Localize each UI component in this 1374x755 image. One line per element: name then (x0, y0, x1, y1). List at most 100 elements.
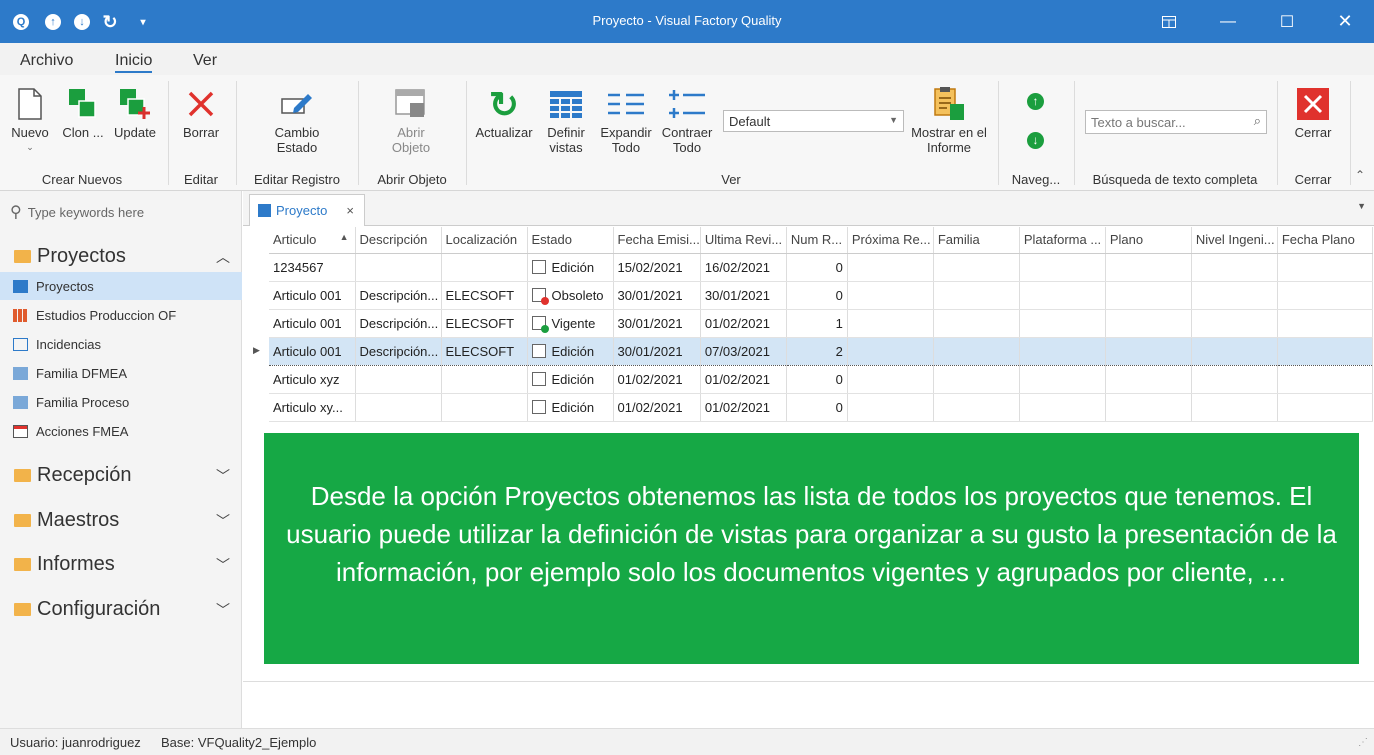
cambio-estado-button[interactable]: Cambio Estado (262, 83, 332, 155)
cell-empty[interactable] (1191, 281, 1278, 310)
sidebar-item-estudios[interactable]: Estudios Produccion OF (0, 301, 242, 329)
cell-descripcion[interactable] (355, 393, 442, 422)
cell-fecha-emision[interactable]: 15/02/2021 (613, 253, 701, 282)
column-header-estado[interactable]: Estado (527, 227, 614, 254)
actualizar-button[interactable]: ↻ Actualizar (474, 83, 534, 140)
cell-fecha-emision[interactable]: 30/01/2021 (613, 309, 701, 338)
cell-empty[interactable] (847, 253, 934, 282)
table-row[interactable]: Articulo 001 Descripción... ELECSOFT Obs… (269, 281, 1373, 310)
cerrar-button[interactable]: Cerrar (1288, 83, 1338, 140)
cell-articulo[interactable]: Articulo 001 (269, 336, 356, 366)
cell-empty[interactable] (1277, 281, 1373, 310)
cell-ultima-revision[interactable]: 30/01/2021 (700, 281, 787, 310)
cell-empty[interactable] (1277, 253, 1373, 282)
sidebar-item-proyectos[interactable]: Proyectos (0, 272, 242, 300)
cell-fecha-emision[interactable]: 01/02/2021 (613, 393, 701, 422)
cell-empty[interactable] (1019, 365, 1106, 394)
column-header-localizacion[interactable]: Localización (441, 227, 528, 254)
cell-localizacion[interactable] (441, 393, 528, 422)
column-header-articulo[interactable]: Articulo ▲ (269, 227, 356, 254)
column-header-fecha-plano[interactable]: Fecha Plano (1277, 227, 1373, 254)
group-informes[interactable]: Informes ﹀ (14, 553, 230, 576)
cell-empty[interactable] (1191, 309, 1278, 338)
cell-empty[interactable] (1191, 253, 1278, 282)
column-header-familia[interactable]: Familia (933, 227, 1020, 254)
group-maestros[interactable]: Maestros ﹀ (14, 509, 230, 532)
cell-empty[interactable] (933, 336, 1020, 366)
cell-empty[interactable] (1277, 393, 1373, 422)
cell-articulo[interactable]: Articulo 001 (269, 309, 356, 338)
cell-localizacion[interactable]: ELECSOFT (441, 309, 528, 338)
view-select[interactable]: Default ▼ (723, 110, 904, 132)
table-row[interactable]: Articulo xyz Edición 01/02/2021 01/02/20… (269, 365, 1373, 394)
nuevo-button[interactable]: Nuevo ⌄ (8, 83, 52, 155)
cell-empty[interactable] (1019, 281, 1106, 310)
cell-num-revision[interactable]: 0 (786, 365, 848, 394)
menu-archivo[interactable]: Archivo (20, 52, 73, 70)
cell-empty[interactable] (847, 281, 934, 310)
cell-descripcion[interactable]: Descripción... (355, 336, 442, 366)
column-header-fecha-emision[interactable]: Fecha Emisi... (613, 227, 701, 254)
column-header-nivel-ingenieria[interactable]: Nivel Ingeni... (1191, 227, 1278, 254)
tab-proyecto[interactable]: Proyecto × (249, 194, 365, 226)
cell-num-revision[interactable]: 1 (786, 309, 848, 338)
cell-localizacion[interactable] (441, 253, 528, 282)
cell-estado[interactable]: Edición (527, 253, 614, 282)
cell-num-revision[interactable]: 2 (786, 336, 848, 366)
column-header-ultima-revision[interactable]: Ultima Revi... (700, 227, 787, 254)
cell-empty[interactable] (1277, 336, 1373, 366)
cell-estado[interactable]: Edición (527, 365, 614, 394)
cell-empty[interactable] (1019, 393, 1106, 422)
cell-empty[interactable] (1105, 365, 1192, 394)
cell-fecha-emision[interactable]: 01/02/2021 (613, 365, 701, 394)
cell-empty[interactable] (1105, 309, 1192, 338)
cell-articulo[interactable]: Articulo xyz (269, 365, 356, 394)
cell-empty[interactable] (933, 309, 1020, 338)
nav-up-icon[interactable]: ↑ (1027, 93, 1044, 110)
sidebar-item-acciones-fmea[interactable]: Acciones FMEA (0, 417, 242, 445)
table-row-selected[interactable]: Articulo 001 Descripción... ELECSOFT Edi… (269, 336, 1373, 366)
cell-num-revision[interactable]: 0 (786, 393, 848, 422)
column-header-num-revision[interactable]: Num R... (786, 227, 848, 254)
menu-ver[interactable]: Ver (193, 52, 217, 70)
clon-button[interactable]: Clon ... (58, 83, 108, 140)
group-proyectos[interactable]: Proyectos ︿ (14, 245, 230, 268)
cell-empty[interactable] (1277, 309, 1373, 338)
table-row[interactable]: Articulo 001 Descripción... ELECSOFT Vig… (269, 309, 1373, 338)
cell-descripcion[interactable] (355, 253, 442, 282)
group-recepcion[interactable]: Recepción ﹀ (14, 464, 230, 487)
mostrar-informe-button[interactable]: Mostrar en el Informe (908, 83, 990, 155)
sidebar-item-familia-dfmea[interactable]: Familia DFMEA (0, 359, 242, 387)
cell-localizacion[interactable] (441, 365, 528, 394)
cell-empty[interactable] (1019, 336, 1106, 366)
maximize-button[interactable]: ☐ (1258, 0, 1316, 43)
definir-vistas-button[interactable]: Definir vistas (540, 83, 592, 155)
cell-articulo[interactable]: 1234567 (269, 253, 356, 282)
sidebar-search[interactable]: ⚲ Type keywords here (10, 202, 144, 222)
cell-empty[interactable] (1019, 253, 1106, 282)
cell-descripcion[interactable]: Descripción... (355, 281, 442, 310)
cell-empty[interactable] (847, 365, 934, 394)
cell-num-revision[interactable]: 0 (786, 253, 848, 282)
collapse-ribbon-icon[interactable]: ⌃ (1355, 168, 1365, 182)
group-configuracion[interactable]: Configuración ﹀ (14, 598, 230, 621)
cell-ultima-revision[interactable]: 01/02/2021 (700, 365, 787, 394)
cell-ultima-revision[interactable]: 16/02/2021 (700, 253, 787, 282)
borrar-button[interactable]: Borrar (178, 83, 224, 140)
cell-descripcion[interactable]: Descripción... (355, 309, 442, 338)
cell-empty[interactable] (1191, 365, 1278, 394)
cell-num-revision[interactable]: 0 (786, 281, 848, 310)
sidebar-item-familia-proceso[interactable]: Familia Proceso (0, 388, 242, 416)
cell-empty[interactable] (847, 393, 934, 422)
column-header-proxima-revision[interactable]: Próxima Re... (847, 227, 934, 254)
cell-estado[interactable]: Edición (527, 393, 614, 422)
cell-ultima-revision[interactable]: 01/02/2021 (700, 393, 787, 422)
cell-empty[interactable] (933, 365, 1020, 394)
cell-empty[interactable] (1105, 281, 1192, 310)
cell-localizacion[interactable]: ELECSOFT (441, 336, 528, 366)
column-header-plano[interactable]: Plano (1105, 227, 1192, 254)
cell-empty[interactable] (847, 309, 934, 338)
sidebar-item-incidencias[interactable]: Incidencias (0, 330, 242, 358)
cell-empty[interactable] (933, 393, 1020, 422)
cell-ultima-revision[interactable]: 07/03/2021 (700, 336, 787, 366)
